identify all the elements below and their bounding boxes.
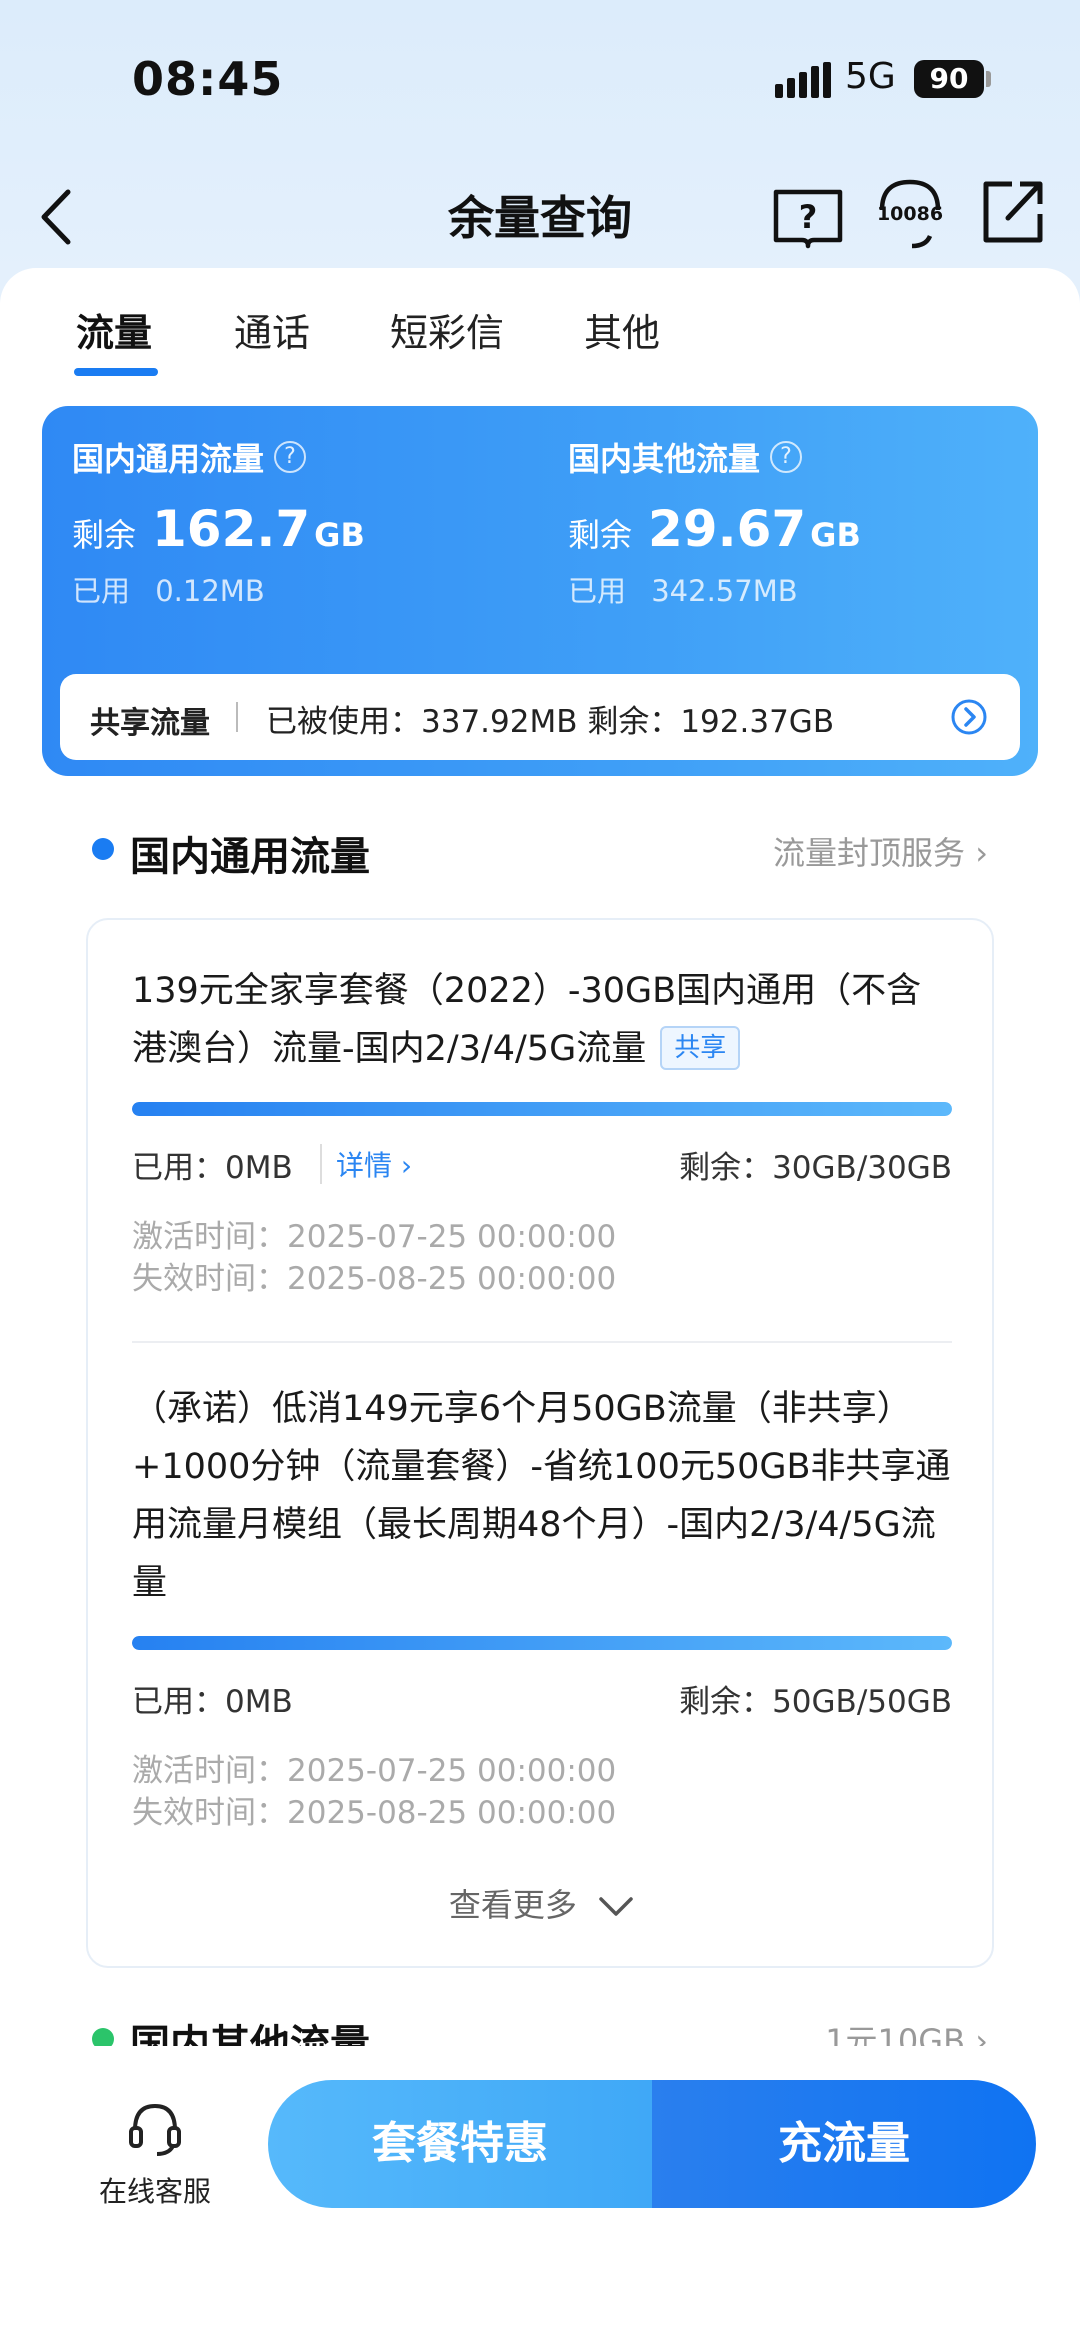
expire-time: 失效时间：2025-08-25 00:00:00: [132, 1795, 617, 1831]
tab-calls[interactable]: 通话: [234, 302, 310, 357]
plan-name: （承诺）低消149元享6个月50GB流量（非共享）+1000分钟（流量套餐）-省…: [132, 1389, 951, 1603]
activate-time: 激活时间：2025-07-25 00:00:00: [132, 1219, 617, 1255]
tab-bar: 流量 通话 短彩信 其他: [0, 298, 1080, 388]
detail-link[interactable]: 详情 ›: [320, 1144, 412, 1184]
top-up-data-button[interactable]: 充流量: [652, 2080, 1036, 2208]
signal-icon: [775, 62, 831, 98]
summary-domestic-general[interactable]: 国内通用流量 ? 剩余 162.7 GB 已用 0.12MB: [72, 434, 532, 634]
network-type: 5G: [845, 56, 896, 97]
used-value: 342.57MB: [651, 574, 798, 608]
section-title: 国内通用流量: [130, 834, 370, 880]
help-book-icon[interactable]: ?: [770, 174, 846, 254]
view-more-button[interactable]: 查看更多: [88, 1880, 996, 1926]
hotline-number: 10086: [877, 203, 943, 225]
summary-domestic-other[interactable]: 国内其他流量 ? 剩余 29.67 GB 已用 342.57MB: [568, 434, 1028, 634]
remain-amount: 剩余：30GB/30GB: [679, 1150, 952, 1186]
cap-service-link[interactable]: 流量封顶服务 ›: [773, 828, 988, 874]
remain-label: 剩余: [72, 516, 137, 554]
plan-item: 139元全家享套餐（2022）-30GB国内通用（不含港澳台）流量-国内2/3/…: [132, 962, 952, 1300]
online-service-button[interactable]: 在线客服: [90, 2096, 220, 2226]
chevron-down-icon: [599, 1897, 633, 1916]
status-bar: 08:45 5G 90: [0, 0, 1080, 160]
used-amount: 已用：0MB: [132, 1150, 293, 1186]
hotline-headset-icon[interactable]: 10086: [870, 170, 950, 256]
summary-label: 国内通用流量: [72, 440, 265, 478]
customer-service-icon: [129, 2103, 181, 2156]
activate-time: 激活时间：2025-07-25 00:00:00: [132, 1753, 617, 1789]
remain-unit: GB: [810, 516, 861, 554]
remain-unit: GB: [314, 516, 365, 554]
bottom-action-bar: 在线客服 套餐特惠 充流量: [0, 2046, 1080, 2341]
svg-text:?: ?: [799, 198, 818, 236]
shared-badge: 共享: [660, 1026, 741, 1070]
divider: [132, 1341, 952, 1343]
used-amount: 已用：0MB: [132, 1684, 293, 1720]
remain-value: 29.67: [648, 500, 807, 558]
share-icon[interactable]: [978, 174, 1048, 250]
chevron-right-circle-icon[interactable]: [950, 698, 988, 736]
tab-indicator: [74, 368, 158, 376]
section-header-general: 国内通用流量 流量封顶服务 ›: [0, 818, 1080, 880]
usage-progress-bar: [132, 1636, 952, 1650]
used-value: 0.12MB: [155, 574, 265, 608]
usage-progress-fill: [132, 1636, 952, 1650]
remain-amount: 剩余：50GB/50GB: [679, 1684, 952, 1720]
summary-label: 国内其他流量: [568, 440, 761, 478]
action-button-group: 套餐特惠 充流量: [268, 2080, 1036, 2208]
battery-tip: [986, 71, 991, 87]
remain-value: 162.7: [152, 500, 311, 558]
shared-label: 共享流量: [90, 706, 210, 741]
main-panel: 流量 通话 短彩信 其他 国内通用流量 ? 剩余 162.7 GB 已用 0.1…: [0, 268, 1080, 2068]
status-time: 08:45: [132, 52, 284, 106]
chevron-right-icon: ›: [975, 834, 988, 872]
remain-label: 剩余: [568, 516, 633, 554]
expire-time: 失效时间：2025-08-25 00:00:00: [132, 1261, 617, 1297]
usage-progress-fill: [132, 1102, 952, 1116]
online-service-label: 在线客服: [98, 2175, 211, 2208]
tab-sms[interactable]: 短彩信: [390, 302, 504, 357]
section-dot: [92, 838, 114, 860]
tab-data[interactable]: 流量: [76, 302, 152, 357]
battery-icon: 90: [914, 60, 984, 98]
question-icon[interactable]: ?: [770, 441, 803, 473]
divider: [236, 702, 238, 732]
shared-usage-text: 已被使用：337.92MB 剩余：192.37GB: [266, 704, 835, 740]
shared-data-bar[interactable]: 共享流量 已被使用：337.92MB 剩余：192.37GB: [60, 674, 1020, 760]
plan-list-card: 139元全家享套餐（2022）-30GB国内通用（不含港澳台）流量-国内2/3/…: [86, 918, 994, 1968]
used-label: 已用: [72, 574, 131, 608]
package-deals-button[interactable]: 套餐特惠: [268, 2080, 652, 2208]
usage-progress-bar: [132, 1102, 952, 1116]
data-summary-card: 国内通用流量 ? 剩余 162.7 GB 已用 0.12MB 国内其他流量 ? …: [42, 406, 1038, 776]
question-icon[interactable]: ?: [274, 441, 307, 473]
used-label: 已用: [568, 574, 627, 608]
tab-other[interactable]: 其他: [584, 302, 660, 357]
nav-bar: 余量查询 ? 10086: [0, 160, 1080, 270]
plan-item: （承诺）低消149元享6个月50GB流量（非共享）+1000分钟（流量套餐）-省…: [132, 1380, 952, 1834]
plan-name: 139元全家享套餐（2022）-30GB国内通用（不含港澳台）流量-国内2/3/…: [132, 971, 922, 1069]
